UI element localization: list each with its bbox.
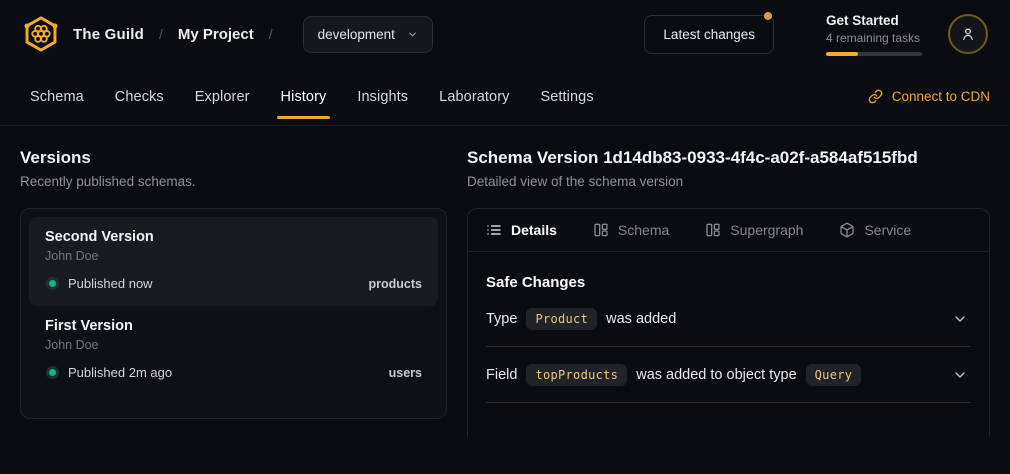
change-prefix: Field	[486, 367, 517, 383]
change-code: topProducts	[526, 364, 627, 386]
change-row[interactable]: Field topProducts was added to object ty…	[486, 347, 971, 403]
get-started-widget[interactable]: Get Started 4 remaining tasks	[826, 13, 922, 56]
change-code: Query	[806, 364, 862, 386]
tab-schema-label: Schema	[618, 222, 669, 238]
version-author: John Doe	[45, 249, 422, 263]
user-icon	[959, 25, 977, 43]
change-code: Product	[526, 308, 597, 330]
tab-service-label: Service	[864, 222, 911, 238]
cube-icon	[839, 222, 855, 238]
tab-laboratory[interactable]: Laboratory	[429, 68, 519, 125]
columns-icon	[593, 222, 609, 238]
breadcrumb-separator: /	[159, 26, 163, 42]
target-select[interactable]: development	[303, 16, 433, 53]
change-middle: was added to object type	[636, 367, 796, 383]
chevron-down-icon	[407, 29, 418, 40]
main-content: Versions Recently published schemas. Sec…	[0, 126, 1010, 457]
notification-dot	[764, 12, 772, 20]
version-status: Published 2m ago	[68, 365, 172, 380]
header-actions: Latest changes Get Started 4 remaining t…	[644, 13, 988, 56]
version-list-item[interactable]: Second Version John Doe Published now pr…	[29, 217, 438, 306]
tab-details[interactable]: Details	[486, 222, 557, 238]
published-status-dot	[49, 369, 56, 376]
schema-version-subtitle: Detailed view of the schema version	[467, 174, 990, 189]
versions-title: Versions	[20, 146, 447, 170]
project-nav: Schema Checks Explorer History Insights …	[0, 68, 1010, 126]
schema-version-title: Schema Version 1d14db83-0933-4f4c-a02f-a…	[467, 146, 990, 170]
breadcrumb-separator: /	[269, 26, 273, 42]
link-icon	[868, 89, 883, 104]
safe-changes-heading: Safe Changes	[486, 274, 971, 291]
detail-tabs: Details Schema	[468, 209, 989, 252]
latest-changes-button[interactable]: Latest changes	[644, 15, 774, 54]
versions-list: Second Version John Doe Published now pr…	[20, 208, 447, 419]
version-name: Second Version	[45, 229, 422, 245]
tab-settings[interactable]: Settings	[530, 68, 603, 125]
change-row[interactable]: Type Product was added	[486, 291, 971, 347]
version-list-item[interactable]: First Version John Doe Published 2m ago …	[29, 306, 438, 395]
tab-details-label: Details	[511, 222, 557, 238]
version-service-name: products	[369, 277, 422, 291]
version-name: First Version	[45, 318, 422, 334]
version-author: John Doe	[45, 338, 422, 352]
tab-checks[interactable]: Checks	[105, 68, 174, 125]
version-service-name: users	[389, 366, 422, 380]
chevron-down-icon[interactable]	[952, 311, 968, 327]
tab-supergraph-label: Supergraph	[730, 222, 803, 238]
breadcrumb: The Guild / My Project / development	[22, 15, 433, 53]
versions-subtitle: Recently published schemas.	[20, 174, 447, 189]
get-started-progress	[826, 52, 922, 56]
detail-content: Safe Changes Type Product was added Fiel…	[468, 252, 989, 403]
version-status: Published now	[68, 276, 153, 291]
list-icon	[486, 222, 502, 238]
change-prefix: Type	[486, 311, 517, 327]
connect-to-cdn-link[interactable]: Connect to CDN	[868, 89, 990, 104]
target-select-value: development	[318, 27, 395, 42]
get-started-title: Get Started	[826, 13, 922, 29]
guild-logo-icon[interactable]	[22, 15, 60, 53]
tab-insights[interactable]: Insights	[347, 68, 418, 125]
org-breadcrumb[interactable]: The Guild	[73, 26, 144, 43]
change-middle: was added	[606, 311, 676, 327]
connect-to-cdn-label: Connect to CDN	[892, 89, 990, 104]
tab-history[interactable]: History	[271, 68, 337, 125]
app-header: The Guild / My Project / development Lat…	[0, 0, 1010, 68]
tab-supergraph[interactable]: Supergraph	[705, 222, 803, 238]
progress-fill	[826, 52, 858, 56]
project-breadcrumb[interactable]: My Project	[178, 26, 254, 43]
versions-panel: Versions Recently published schemas. Sec…	[20, 146, 447, 437]
chevron-down-icon[interactable]	[952, 367, 968, 383]
tab-explorer[interactable]: Explorer	[185, 68, 260, 125]
schema-version-card: Details Schema	[467, 208, 990, 437]
user-avatar[interactable]	[948, 14, 988, 54]
published-status-dot	[49, 280, 56, 287]
tab-schema-view[interactable]: Schema	[593, 222, 669, 238]
tab-schema[interactable]: Schema	[20, 68, 94, 125]
get-started-subtitle: 4 remaining tasks	[826, 31, 922, 45]
columns-icon	[705, 222, 721, 238]
schema-version-panel: Schema Version 1d14db83-0933-4f4c-a02f-a…	[467, 146, 990, 437]
nav-tabs: Schema Checks Explorer History Insights …	[20, 68, 615, 125]
tab-service[interactable]: Service	[839, 222, 911, 238]
